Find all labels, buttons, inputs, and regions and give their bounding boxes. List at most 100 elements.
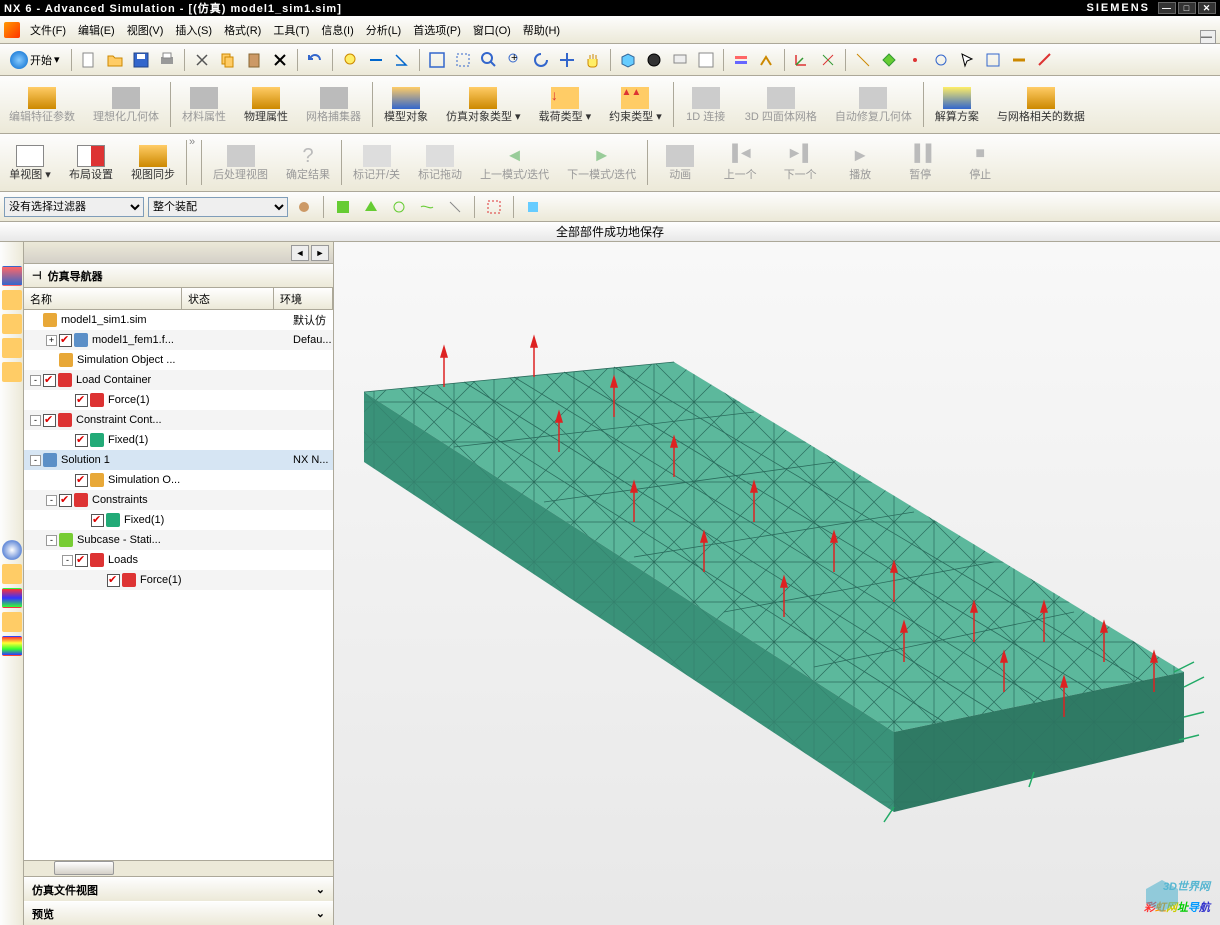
mark-onoff-button[interactable]: 标记开/关 xyxy=(344,136,409,189)
open-button[interactable] xyxy=(103,48,127,72)
layer-button[interactable] xyxy=(729,48,753,72)
edit-feature-params-button[interactable]: 编辑特征参数 xyxy=(0,78,84,131)
checkbox[interactable] xyxy=(43,414,56,427)
menu-help[interactable]: 帮助(H) xyxy=(517,18,566,42)
single-view-button[interactable]: 单视图 ▾ xyxy=(0,136,60,189)
angle-button[interactable] xyxy=(390,48,414,72)
expand-toggle[interactable]: - xyxy=(62,555,73,566)
expand-toggle[interactable]: - xyxy=(30,455,41,466)
connect-1d-button[interactable]: 1D 连接 xyxy=(676,78,736,131)
post-view-button[interactable]: 后处理视图 xyxy=(204,136,277,189)
tree-hscroll[interactable] xyxy=(24,860,333,876)
load-type-button[interactable]: ↓载荷类型 ▾ xyxy=(530,78,601,131)
checkbox[interactable] xyxy=(75,474,88,487)
pin-icon[interactable]: ⊣ xyxy=(32,269,42,282)
strip-btn-9[interactable] xyxy=(2,612,22,632)
wcs-button[interactable] xyxy=(755,48,779,72)
tree-row[interactable]: Simulation O... xyxy=(24,470,333,490)
filter-btn-7[interactable] xyxy=(482,195,506,219)
misc3-button[interactable] xyxy=(903,48,927,72)
start-button[interactable]: 开始▾ xyxy=(4,49,66,71)
cursor-button[interactable] xyxy=(955,48,979,72)
misc4-button[interactable] xyxy=(929,48,953,72)
idealize-geom-button[interactable]: 理想化几何体 xyxy=(84,78,168,131)
perspective-button[interactable] xyxy=(581,48,605,72)
selection-filter-select[interactable]: 没有选择过滤器 xyxy=(4,197,144,217)
mesh-3d-button[interactable]: 3D 四面体网格 xyxy=(736,78,826,131)
zoom-button[interactable] xyxy=(477,48,501,72)
maximize-button[interactable]: □ xyxy=(1178,2,1196,14)
shaded-button[interactable] xyxy=(616,48,640,72)
strip-btn-2[interactable] xyxy=(2,290,22,310)
strip-btn-5[interactable] xyxy=(2,362,22,382)
col-name[interactable]: 名称 xyxy=(24,288,182,309)
menu-format[interactable]: 格式(R) xyxy=(218,18,267,42)
expand-toggle[interactable]: - xyxy=(30,375,41,386)
strip-btn-8[interactable] xyxy=(2,588,22,608)
minimize-button[interactable]: — xyxy=(1158,2,1176,14)
close-button[interactable]: ✕ xyxy=(1198,2,1216,14)
tree-row[interactable]: model1_sim1.sim默认仿 xyxy=(24,310,333,330)
print-button[interactable] xyxy=(155,48,179,72)
expand-toggle[interactable]: - xyxy=(30,415,41,426)
filter-btn-1[interactable] xyxy=(292,195,316,219)
constraint-type-button[interactable]: ▲▲约束类型 ▾ xyxy=(600,78,671,131)
menu-window[interactable]: 窗口(O) xyxy=(467,18,517,42)
nav-scroll-left[interactable]: ◄ xyxy=(291,245,309,261)
checkbox[interactable] xyxy=(107,574,120,587)
save-button[interactable] xyxy=(129,48,153,72)
tree-row[interactable]: -Load Container xyxy=(24,370,333,390)
misc7-button[interactable] xyxy=(1033,48,1057,72)
fit-button[interactable] xyxy=(425,48,449,72)
filter-btn-3[interactable] xyxy=(359,195,383,219)
preview-panel[interactable]: 预览⌄ xyxy=(24,901,333,925)
strip-btn-10[interactable] xyxy=(2,636,22,656)
animation-button[interactable]: 动画 xyxy=(650,136,710,189)
filter-btn-8[interactable] xyxy=(521,195,545,219)
nav-scroll-right[interactable]: ► xyxy=(311,245,329,261)
sync-view-button[interactable]: 视图同步 xyxy=(122,136,184,189)
sim-object-type-button[interactable]: 仿真对象类型 ▾ xyxy=(437,78,530,131)
solve-button[interactable]: 解算方案 xyxy=(926,78,988,131)
tree-row[interactable]: +model1_fem1.f...Defau... xyxy=(24,330,333,350)
checkbox[interactable] xyxy=(75,394,88,407)
tree-row[interactable]: -Loads xyxy=(24,550,333,570)
tree-row[interactable]: Simulation Object ... xyxy=(24,350,333,370)
style-button[interactable] xyxy=(668,48,692,72)
checkbox[interactable] xyxy=(75,554,88,567)
paste-button[interactable] xyxy=(242,48,266,72)
sim-file-view-panel[interactable]: 仿真文件视图⌄ xyxy=(24,877,333,901)
expand-toggle[interactable]: + xyxy=(46,335,57,346)
next-mode-button[interactable]: ►下一模式/迭代 xyxy=(558,136,645,189)
assembly-filter-select[interactable]: 整个装配 xyxy=(148,197,288,217)
checkbox[interactable] xyxy=(91,514,104,527)
mesh-collector-button[interactable]: 网格捕集器 xyxy=(297,78,370,131)
menu-prefs[interactable]: 首选项(P) xyxy=(407,18,467,42)
tree-row[interactable]: -Subcase - Stati... xyxy=(24,530,333,550)
zoom-area-button[interactable] xyxy=(451,48,475,72)
graphics-viewport[interactable]: 3D世界网 彩虹网址导航 xyxy=(334,242,1220,925)
tree-row[interactable]: Fixed(1) xyxy=(24,430,333,450)
physical-props-button[interactable]: 物理属性 xyxy=(235,78,297,131)
misc5-button[interactable] xyxy=(981,48,1005,72)
rotate-button[interactable] xyxy=(529,48,553,72)
undo-button[interactable] xyxy=(303,48,327,72)
menu-view[interactable]: 视图(V) xyxy=(121,18,170,42)
color-button[interactable] xyxy=(694,48,718,72)
copy-button[interactable] xyxy=(216,48,240,72)
checkbox[interactable] xyxy=(75,434,88,447)
wireframe-button[interactable] xyxy=(642,48,666,72)
tree-row[interactable]: Fixed(1) xyxy=(24,510,333,530)
prev-mode-button[interactable]: ◄上一模式/迭代 xyxy=(471,136,558,189)
play-button[interactable]: ►播放 xyxy=(830,136,890,189)
menu-analysis[interactable]: 分析(L) xyxy=(360,18,407,42)
misc2-button[interactable] xyxy=(877,48,901,72)
navigator-tree[interactable]: model1_sim1.sim默认仿+model1_fem1.f...Defau… xyxy=(24,310,333,860)
model-object-button[interactable]: 模型对象 xyxy=(375,78,437,131)
tree-row[interactable]: Force(1) xyxy=(24,390,333,410)
strip-btn-1[interactable] xyxy=(2,266,22,286)
filter-btn-5[interactable] xyxy=(415,195,439,219)
menu-edit[interactable]: 编辑(E) xyxy=(72,18,121,42)
prev-button[interactable]: ▐◄上一个 xyxy=(710,136,770,189)
zoom-inout-button[interactable]: + xyxy=(503,48,527,72)
